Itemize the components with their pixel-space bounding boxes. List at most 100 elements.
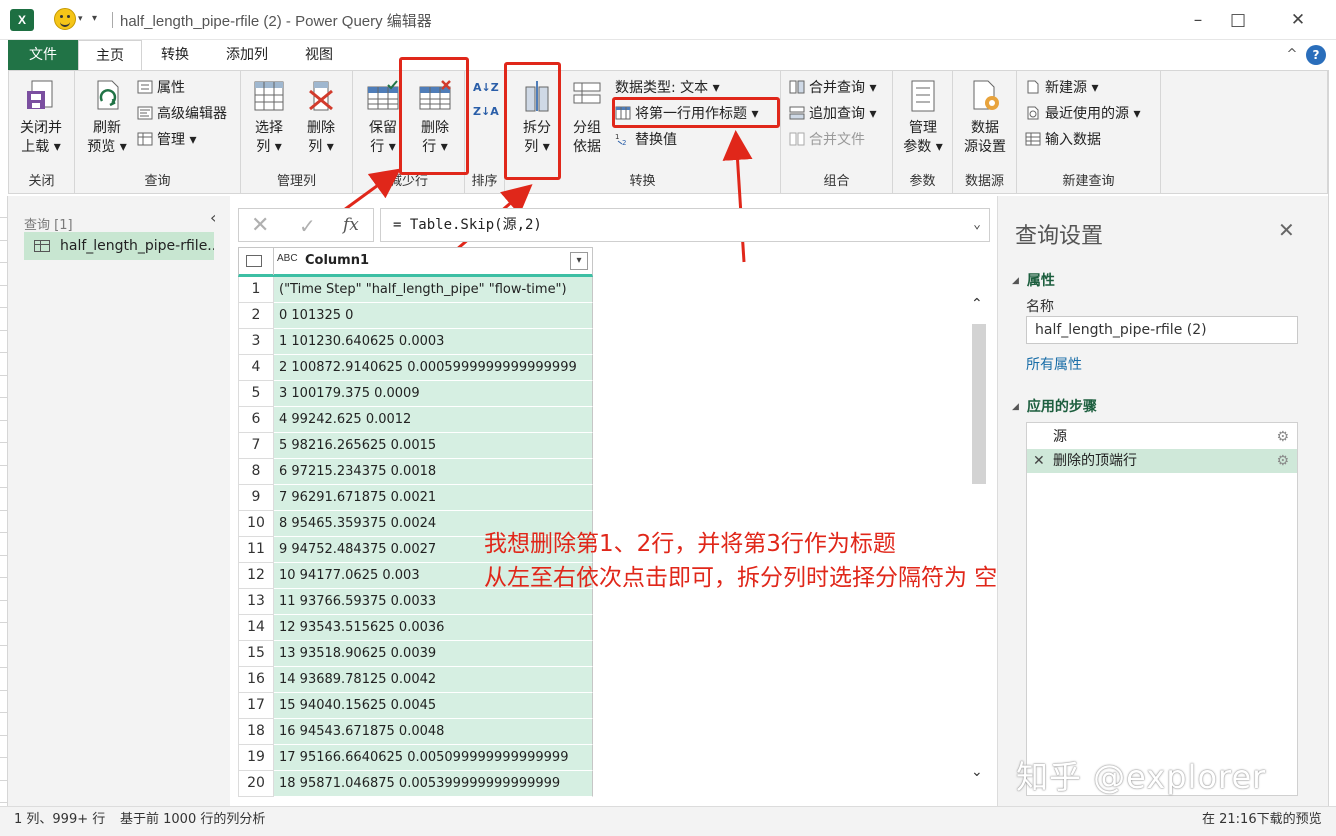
new-source-button[interactable]: 新建源 ▾ <box>1025 77 1098 99</box>
tab-transform[interactable]: 转换 <box>146 40 204 70</box>
advanced-editor-button[interactable]: 高级编辑器 <box>137 103 227 125</box>
replace-values-button[interactable]: 1 2 替换值 <box>615 129 677 151</box>
keep-rows-button[interactable]: 保留 行 ▾ <box>355 77 411 167</box>
table-row[interactable]: 75 98216.265625 0.0015 <box>238 433 593 459</box>
manage-query-button[interactable]: 管理 ▾ <box>137 129 196 151</box>
table-row[interactable]: 17 15 94040.15625 0.0045 <box>238 693 593 719</box>
combine-files-button[interactable]: 合并文件 <box>789 129 865 151</box>
close-and-load-button[interactable]: 关闭并 上载 ▾ <box>13 77 69 167</box>
properties-button[interactable]: 属性 <box>137 77 185 99</box>
scroll-up-icon[interactable]: ⌃ <box>971 296 983 312</box>
table-row[interactable]: 31 101230.640625 0.0003 <box>238 329 593 355</box>
close-window-icon[interactable]: ✕ <box>1278 6 1318 34</box>
row-number[interactable]: 11 <box>238 537 274 563</box>
recent-sources-button[interactable]: 最近使用的源 ▾ <box>1025 103 1140 125</box>
table-cell[interactable]: 14 93689.78125 0.0042 <box>274 667 593 693</box>
row-number[interactable]: 8 <box>238 459 274 485</box>
table-cell[interactable]: 3 100179.375 0.0009 <box>274 381 593 407</box>
row-number[interactable]: 3 <box>238 329 274 355</box>
column-header[interactable]: ABC Column1 ▾ <box>238 247 593 277</box>
row-number[interactable]: 19 <box>238 745 274 771</box>
fx-icon[interactable]: fx <box>343 215 359 235</box>
smiley-feedback-icon[interactable] <box>54 8 76 30</box>
table-cell[interactable]: 16 94543.671875 0.0048 <box>274 719 593 745</box>
manage-parameters-button[interactable]: 管理 参数 ▾ <box>895 77 951 167</box>
vertical-scrollbar[interactable]: ⌃ ⌄ <box>968 290 990 790</box>
tab-add-column[interactable]: 添加列 <box>212 40 282 70</box>
table-row[interactable]: 15 13 93518.90625 0.0039 <box>238 641 593 667</box>
scroll-down-icon[interactable]: ⌄ <box>971 764 983 780</box>
row-number[interactable]: 2 <box>238 303 274 329</box>
table-row[interactable]: 18 16 94543.671875 0.0048 <box>238 719 593 745</box>
customize-toolbar-icon[interactable]: ▾ <box>92 13 97 24</box>
table-row[interactable]: 16 14 93689.78125 0.0042 <box>238 667 593 693</box>
enter-data-button[interactable]: 输入数据 <box>1025 129 1101 151</box>
table-row[interactable]: 42 100872.9140625 0.0005999999999999999 <box>238 355 593 381</box>
table-row[interactable]: 53 100179.375 0.0009 <box>238 381 593 407</box>
applied-steps-section[interactable]: 应用的步骤 <box>1012 396 1097 416</box>
maximize-icon[interactable]: □ <box>1218 6 1258 34</box>
table-cell[interactable]: 7 96291.671875 0.0021 <box>274 485 593 511</box>
close-settings-icon[interactable]: ✕ <box>1278 218 1295 242</box>
help-icon[interactable]: ? <box>1306 45 1326 65</box>
table-menu-button[interactable] <box>239 248 274 275</box>
row-number[interactable]: 10 <box>238 511 274 537</box>
row-number[interactable]: 5 <box>238 381 274 407</box>
scroll-thumb[interactable] <box>972 324 986 484</box>
collapse-ribbon-icon[interactable]: ^ <box>1282 45 1302 65</box>
append-queries-button[interactable]: 追加查询 ▾ <box>789 103 876 125</box>
step-removed-top-rows[interactable]: ✕ 删除的顶端行 ⚙ <box>1027 449 1297 473</box>
sort-descending-button[interactable]: Z↓A <box>473 101 499 123</box>
filter-dropdown-icon[interactable]: ▾ <box>570 252 588 270</box>
row-number[interactable]: 14 <box>238 615 274 641</box>
step-settings-gear-icon[interactable]: ⚙ <box>1276 425 1289 449</box>
tab-home[interactable]: 主页 <box>78 40 142 70</box>
tab-view[interactable]: 视图 <box>290 40 348 70</box>
table-row[interactable]: 86 97215.234375 0.0018 <box>238 459 593 485</box>
table-row[interactable]: 20 18 95871.046875 0.005399999999999999 <box>238 771 593 797</box>
split-column-button[interactable]: 拆分 列 ▾ <box>509 77 565 167</box>
table-cell[interactable]: 6 97215.234375 0.0018 <box>274 459 593 485</box>
row-number[interactable]: 18 <box>238 719 274 745</box>
remove-columns-button[interactable]: 删除 列 ▾ <box>293 77 349 167</box>
query-item[interactable]: half_length_pipe-rfile... <box>24 232 214 260</box>
table-row[interactable]: 64 99242.625 0.0012 <box>238 407 593 433</box>
table-cell[interactable]: 2 100872.9140625 0.0005999999999999999 <box>274 355 593 381</box>
row-number[interactable]: 15 <box>238 641 274 667</box>
query-name-field[interactable]: half_length_pipe-rfile (2) <box>1026 316 1298 344</box>
step-settings-gear-icon[interactable]: ⚙ <box>1276 449 1289 473</box>
table-cell[interactable]: 17 95166.6640625 0.005099999999999999 <box>274 745 593 771</box>
row-number[interactable]: 13 <box>238 589 274 615</box>
table-row[interactable]: 20 101325 0 <box>238 303 593 329</box>
table-row[interactable]: 14 12 93543.515625 0.0036 <box>238 615 593 641</box>
expand-formula-icon[interactable]: ⌄ <box>973 209 981 241</box>
sort-ascending-button[interactable]: A↓Z <box>473 77 499 99</box>
formula-bar[interactable]: = Table.Skip(源,2) ⌄ <box>380 208 990 242</box>
data-source-settings-button[interactable]: 数据 源设置 <box>957 77 1013 167</box>
table-cell[interactable]: 12 93543.515625 0.0036 <box>274 615 593 641</box>
all-properties-link[interactable]: 所有属性 <box>1026 354 1082 374</box>
table-row[interactable]: 13 11 93766.59375 0.0033 <box>238 589 593 615</box>
refresh-preview-button[interactable]: 刷新 预览 ▾ <box>79 77 135 167</box>
table-row[interactable]: 19 17 95166.6640625 0.005099999999999999 <box>238 745 593 771</box>
table-row[interactable]: 1 ("Time Step" "half_length_pipe" "flow-t… <box>238 277 593 303</box>
properties-section[interactable]: 属性 <box>1012 270 1055 290</box>
status-column-profile[interactable]: 基于前 1000 行的列分析 <box>120 809 265 831</box>
row-number[interactable]: 4 <box>238 355 274 381</box>
confirm-formula-icon[interactable]: ✓ <box>299 214 316 238</box>
table-cell[interactable]: 1 101230.640625 0.0003 <box>274 329 593 355</box>
use-first-row-as-headers-button[interactable]: 将第一行用作标题 ▾ <box>615 103 758 125</box>
row-number[interactable]: 17 <box>238 693 274 719</box>
merge-queries-button[interactable]: 合并查询 ▾ <box>789 77 876 99</box>
table-cell[interactable]: 5 98216.265625 0.0015 <box>274 433 593 459</box>
cancel-formula-icon[interactable]: ✕ <box>251 213 269 238</box>
tab-file[interactable]: 文件 <box>8 40 78 70</box>
data-type-dropdown[interactable]: 数据类型: 文本 ▾ <box>615 77 720 99</box>
table-cell[interactable]: 18 95871.046875 0.005399999999999999 <box>274 771 593 797</box>
table-cell[interactable]: 15 94040.15625 0.0045 <box>274 693 593 719</box>
minimize-icon[interactable]: – <box>1178 6 1218 34</box>
table-cell[interactable]: 4 99242.625 0.0012 <box>274 407 593 433</box>
table-cell[interactable]: 11 93766.59375 0.0033 <box>274 589 593 615</box>
collapse-queries-icon[interactable]: ‹ <box>210 208 216 227</box>
table-cell[interactable]: ("Time Step" "half_length_pipe" "flow-ti… <box>274 277 593 303</box>
